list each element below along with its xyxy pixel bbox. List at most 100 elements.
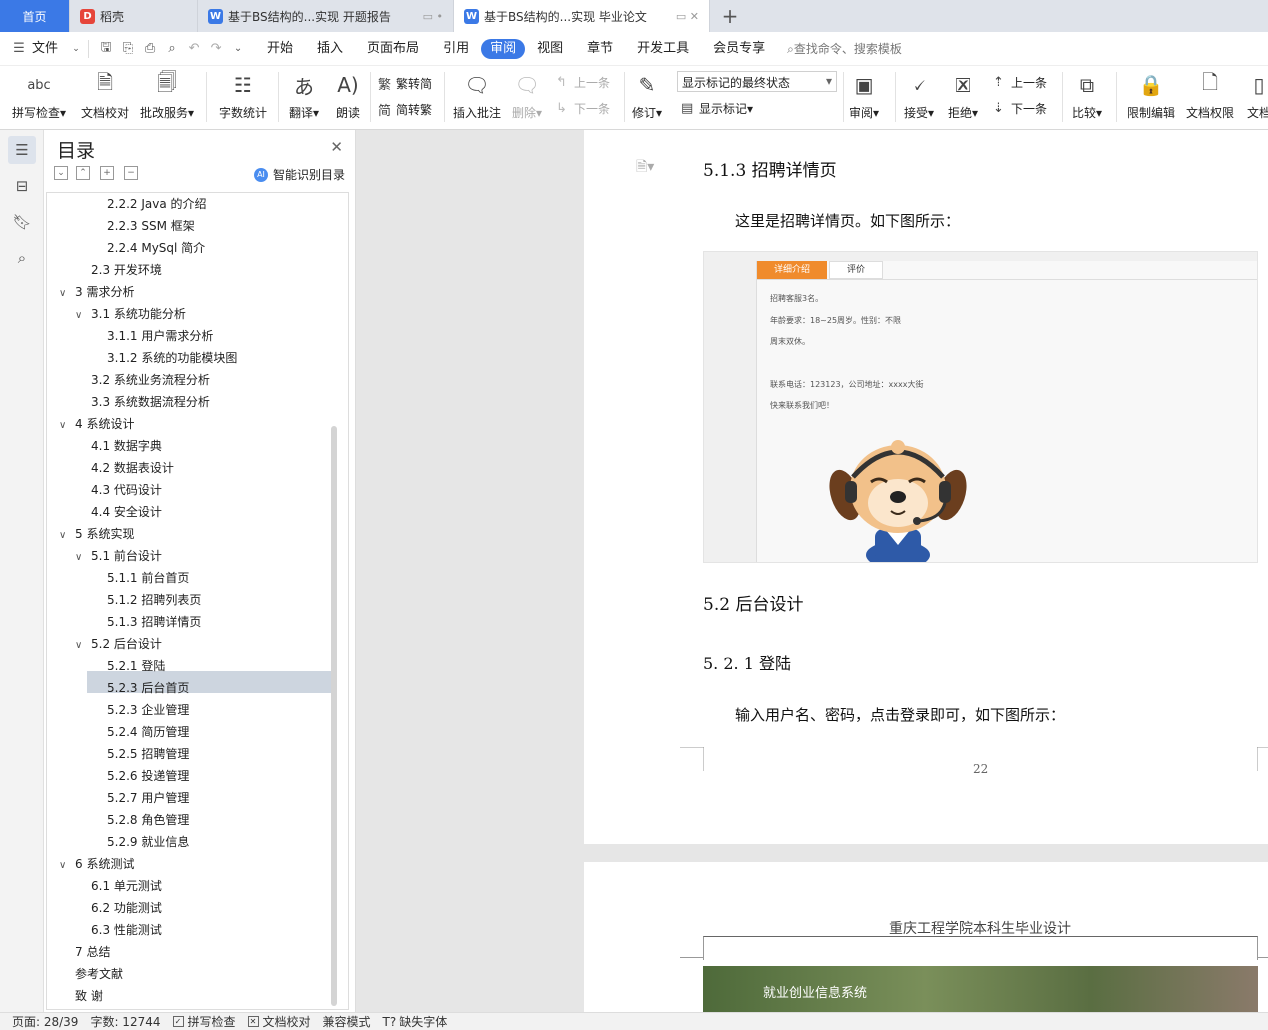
menu-devtools[interactable]: 开发工具 xyxy=(625,39,701,59)
menu-chapter[interactable]: 章节 xyxy=(575,39,625,59)
customize-icon[interactable]: ⌄ xyxy=(227,43,249,54)
markup-state-select[interactable]: 显示标记的最终状态 xyxy=(677,71,837,92)
bookmark-icon[interactable]: 🔖︎ xyxy=(8,208,36,236)
export-icon[interactable]: ⎘ xyxy=(117,41,139,56)
compare-button[interactable]: ⧉ 比较▾ xyxy=(1072,70,1102,121)
toc-item[interactable]: 致 谢 xyxy=(75,985,103,1007)
menu-member[interactable]: 会员专享 xyxy=(701,39,777,59)
toc-item[interactable]: ∨ 5.2 后台设计 xyxy=(75,633,162,655)
toc-item[interactable]: ∨ 6 系统测试 xyxy=(59,853,134,875)
toc-item[interactable]: ∨ 5 系统实现 xyxy=(59,523,134,545)
toc-item[interactable]: 5.1.1 前台首页 xyxy=(107,567,189,589)
toc-item[interactable]: 4.3 代码设计 xyxy=(91,479,162,501)
close-icon[interactable]: ✕ xyxy=(330,138,343,156)
remove-heading-icon[interactable]: − xyxy=(124,166,138,180)
new-tab-icon[interactable]: + xyxy=(710,0,750,32)
close-icon[interactable]: ▭ ✕ xyxy=(676,10,699,23)
chevron-down-icon[interactable]: ∨ xyxy=(59,525,75,547)
toc-item[interactable]: 参考文献 xyxy=(75,963,123,985)
translate-button[interactable]: あ翻译▾ xyxy=(289,70,319,121)
toc-item[interactable]: 5.2.3 后台首页 xyxy=(107,677,189,699)
toc-item[interactable]: 5.2.7 用户管理 xyxy=(107,787,189,809)
print-icon[interactable]: ⎙ xyxy=(139,41,161,56)
chapter-nav-icon[interactable]: ⊟ xyxy=(8,172,36,200)
toc-item[interactable]: 3.1.2 系统的功能模块图 xyxy=(107,347,237,369)
command-search[interactable]: ⌕查找命令、搜索模板 xyxy=(787,40,902,57)
track-changes-button[interactable]: ✎ 修订▾ xyxy=(632,70,662,121)
tab-proposal[interactable]: W 基于BS结构的...实现 开题报告 ▭ • xyxy=(198,0,454,32)
menu-review[interactable]: 审阅 xyxy=(481,38,526,59)
menu-references[interactable]: 引用 xyxy=(431,39,481,59)
doc-proofread-button[interactable]: 🗎 文档校对 xyxy=(81,70,129,121)
toc-item[interactable]: ∨ 3 需求分析 xyxy=(59,281,134,303)
menu-layout[interactable]: 页面布局 xyxy=(355,39,431,59)
expand-up-icon[interactable]: ⌃ xyxy=(76,166,90,180)
toc-item[interactable]: ∨ 4 系统设计 xyxy=(59,413,134,435)
menu-view[interactable]: 视图 xyxy=(525,39,575,59)
toc-item[interactable]: 5.2.1 登陆 xyxy=(107,655,165,677)
spell-check-status[interactable]: ✓ 拼写检查 xyxy=(172,1013,236,1030)
next-change-button[interactable]: ⇣ 下一条 xyxy=(993,100,1047,117)
delete-comment-button[interactable]: 🗨 删除▾ xyxy=(512,70,542,121)
toc-item[interactable]: 5.2.5 招聘管理 xyxy=(107,743,189,765)
word-count-status[interactable]: 字数: 12744 xyxy=(90,1013,160,1030)
next-comment-button[interactable]: ↳ 下一条 xyxy=(556,100,610,117)
chevron-down-icon[interactable]: ∨ xyxy=(59,855,75,877)
toc-item[interactable]: 5.2.8 角色管理 xyxy=(107,809,189,831)
missing-font-status[interactable]: T? 缺失字体 xyxy=(383,1013,448,1030)
smart-toc-button[interactable]: AI 智能识别目录 xyxy=(253,166,345,183)
toc-item[interactable]: 2.3 开发环境 xyxy=(91,259,162,281)
insert-comment-button[interactable]: 🗨 插入批注 xyxy=(453,70,501,121)
chevron-down-icon[interactable]: ∨ xyxy=(75,305,91,327)
chevron-down-icon[interactable]: ∨ xyxy=(75,547,91,569)
to-traditional-button[interactable]: 繁繁转简 xyxy=(378,74,432,93)
spell-check-button[interactable]: abc 拼写检查▾ xyxy=(12,70,66,121)
collapse-all-icon[interactable]: ⌄ xyxy=(54,166,68,180)
toc-item[interactable]: 3.3 系统数据流程分析 xyxy=(91,391,210,413)
toc-item[interactable]: 5.1.2 招聘列表页 xyxy=(107,589,201,611)
batch-service-button[interactable]: 🗐 批改服务▾ xyxy=(140,70,194,121)
toc-item[interactable]: 5.2.9 就业信息 xyxy=(107,831,189,853)
proofread-status[interactable]: ✕ 文档校对 xyxy=(247,1013,311,1030)
toc-item[interactable]: 3.1.1 用户需求分析 xyxy=(107,325,213,347)
document-area[interactable]: 🗎▾ 5.1.3 招聘详情页 这里是招聘详情页。如下图所示： 详细介绍 评价 招… xyxy=(356,130,1268,1012)
redo-icon[interactable]: ↷ xyxy=(205,41,227,56)
menu-start[interactable]: 开始 xyxy=(255,39,305,59)
chevron-down-icon[interactable]: ⌄ xyxy=(70,44,82,54)
toc-item[interactable]: 5.2.3 企业管理 xyxy=(107,699,189,721)
hamburger-icon[interactable]: ☰ xyxy=(8,41,30,56)
toc-item[interactable]: ∨ 5.1 前台设计 xyxy=(75,545,162,567)
toc-item[interactable]: 2.2.2 Java 的介绍 xyxy=(107,193,207,215)
tab-thesis[interactable]: W 基于BS结构的...实现 毕业论文 ▭ ✕ xyxy=(454,0,710,32)
toc-item[interactable]: 3.2 系统业务流程分析 xyxy=(91,369,210,391)
tab-home[interactable]: 首页 xyxy=(0,0,70,32)
toc-item[interactable]: 4.1 数据字典 xyxy=(91,435,162,457)
page-indicator[interactable]: 页面: 28/39 xyxy=(12,1013,78,1030)
chevron-down-icon[interactable]: ∨ xyxy=(59,415,75,437)
read-aloud-button[interactable]: A) 朗读 xyxy=(333,70,363,121)
toc-item[interactable]: 6.2 功能测试 xyxy=(91,897,162,919)
toc-item[interactable]: 7 总结 xyxy=(75,941,110,963)
print-preview-icon[interactable]: ⌕ xyxy=(161,41,183,56)
word-count-button[interactable]: ☷ 字数统计 xyxy=(219,70,267,121)
chevron-down-icon[interactable]: ∨ xyxy=(75,635,91,657)
toc-item[interactable]: 5.2.4 简历管理 xyxy=(107,721,189,743)
paragraph-marker-icon[interactable]: 🗎▾ xyxy=(636,156,654,180)
menu-file[interactable]: 文件 xyxy=(30,39,70,59)
doc-overflow-button[interactable]: ▯ 文档 xyxy=(1244,70,1268,121)
toc-item[interactable]: 2.2.3 SSM 框架 xyxy=(107,215,195,237)
toc-scrollbar[interactable] xyxy=(331,426,337,1006)
toc-item[interactable]: 6.1 单元测试 xyxy=(91,875,162,897)
tab-daoke[interactable]: D 稻壳 xyxy=(70,0,198,32)
toc-item[interactable]: 4.4 安全设计 xyxy=(91,501,162,523)
doc-permission-button[interactable]: 🗋 文档权限 xyxy=(1186,70,1234,121)
accept-button[interactable]: 🗸 接受▾ xyxy=(904,70,934,121)
toc-item[interactable]: 6.3 性能测试 xyxy=(91,919,162,941)
restrict-edit-button[interactable]: 🔒 限制编辑 xyxy=(1127,70,1175,121)
menu-insert[interactable]: 插入 xyxy=(305,39,355,59)
show-markup-button[interactable]: ▤ 显示标记 ▾ xyxy=(681,100,753,117)
toc-item-selected[interactable]: 5.1.3 招聘详情页 xyxy=(107,611,201,633)
review-pane-button[interactable]: ▣ 审阅▾ xyxy=(849,70,879,121)
toc-panel-icon[interactable]: ☰ xyxy=(8,136,36,164)
prev-change-button[interactable]: ⇡ 上一条 xyxy=(993,74,1047,91)
